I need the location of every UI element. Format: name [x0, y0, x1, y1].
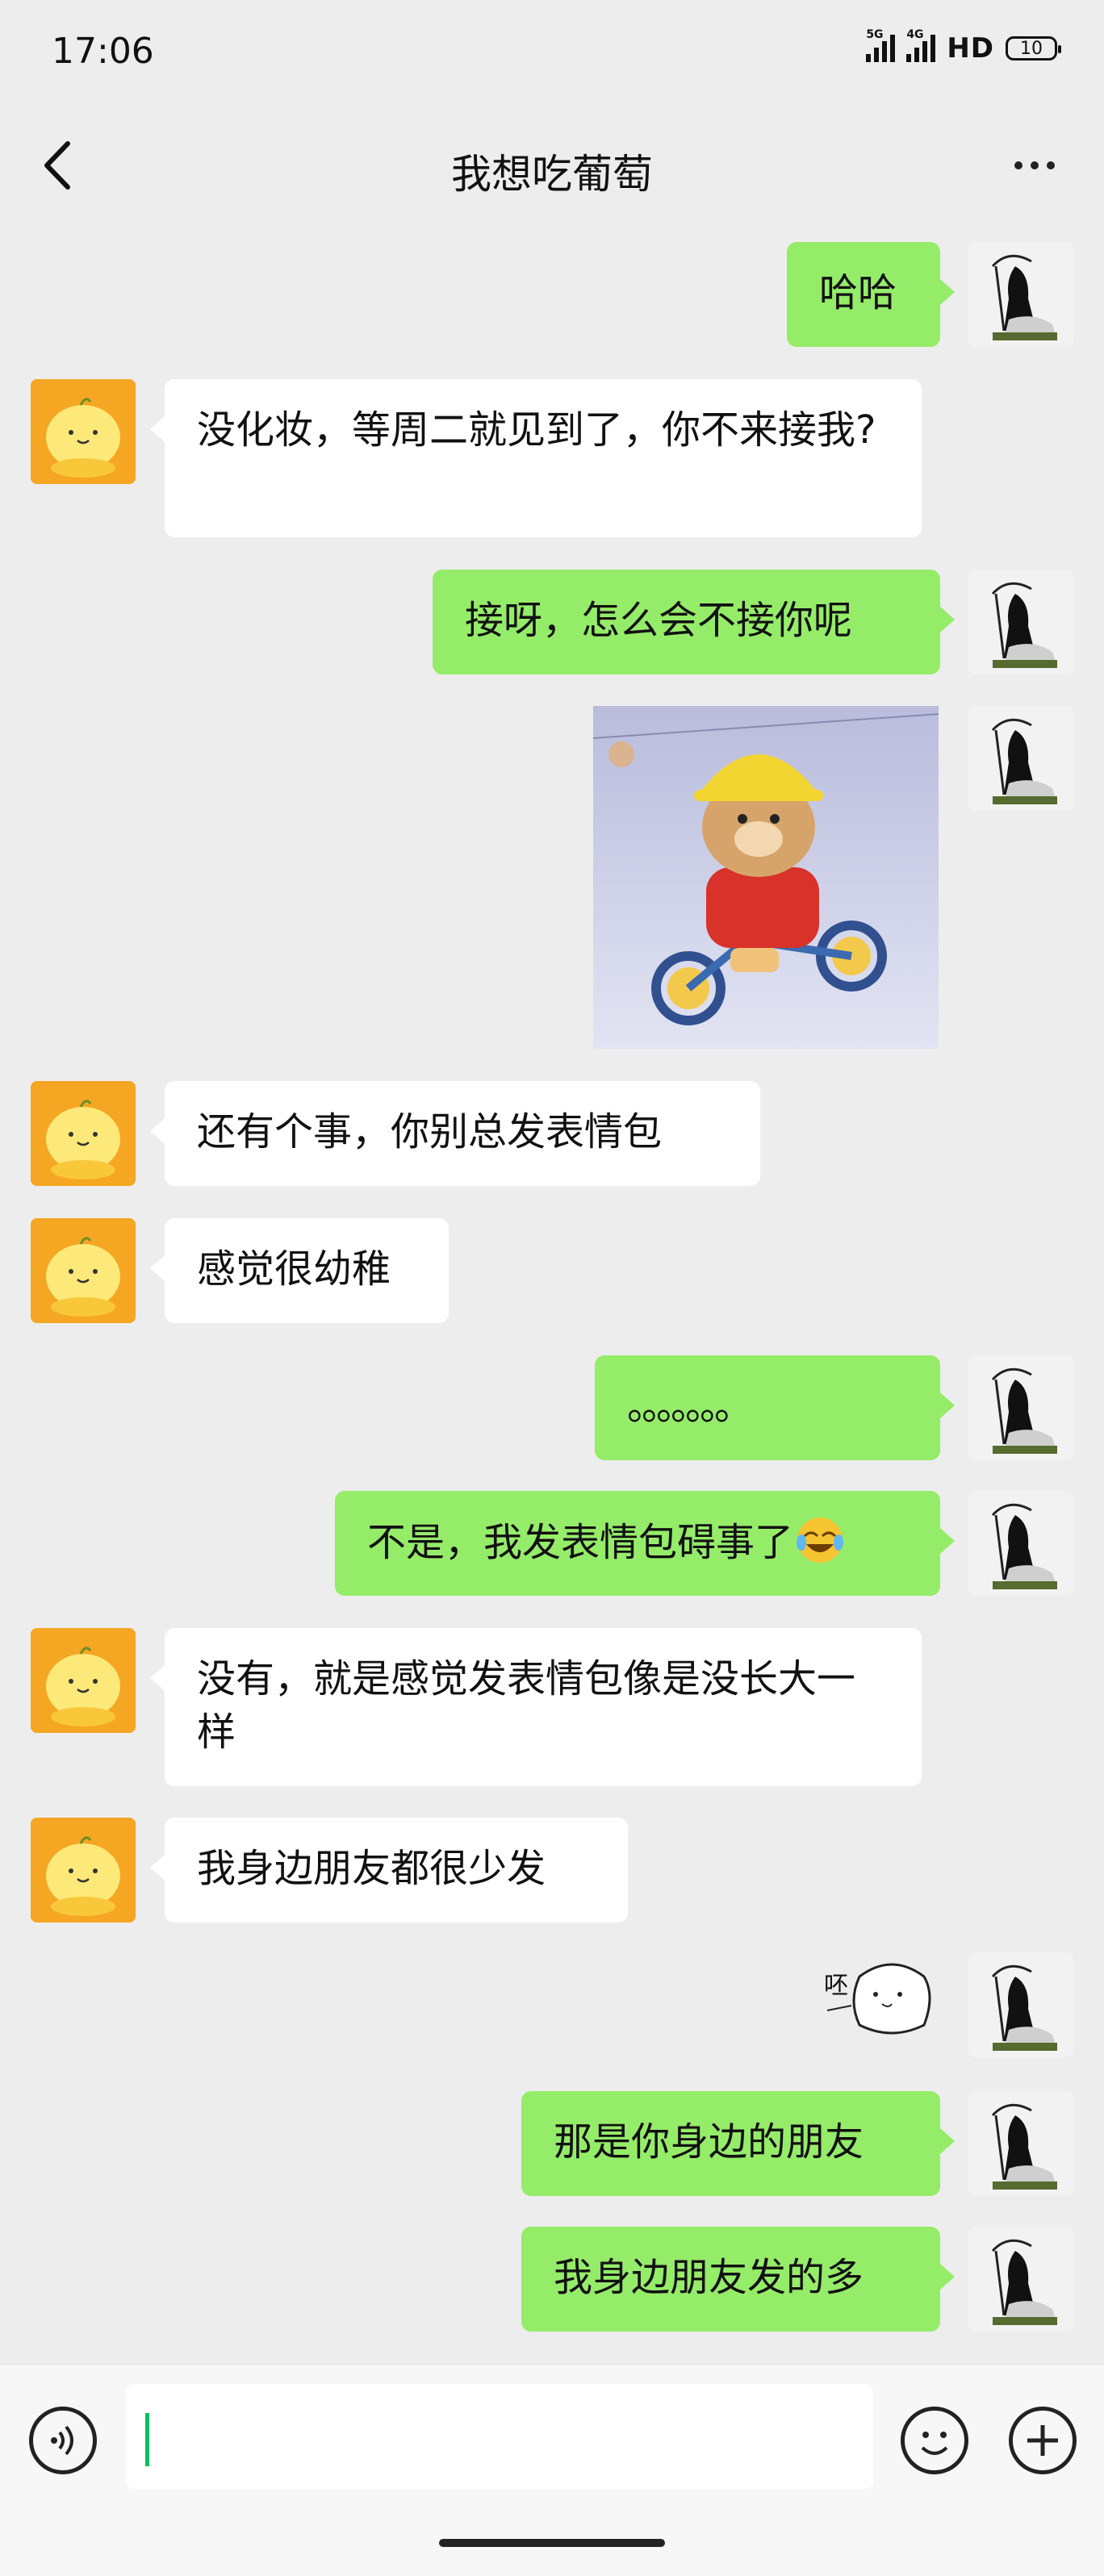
- contact-avatar[interactable]: [31, 1818, 136, 1923]
- my-avatar[interactable]: [968, 2091, 1073, 2196]
- spit-bear-sticker[interactable]: 呸: [819, 1952, 942, 2043]
- message-bubble-outgoing[interactable]: 那是你身边的朋友: [521, 2091, 955, 2196]
- contact-avatar[interactable]: [31, 1218, 136, 1323]
- plus-icon[interactable]: [1009, 2407, 1077, 2474]
- my-avatar[interactable]: [968, 706, 1073, 811]
- contact-avatar[interactable]: [31, 1628, 136, 1733]
- message-bubble-incoming[interactable]: 感觉很幼稚: [150, 1218, 449, 1323]
- battery-icon: 10: [1006, 36, 1061, 61]
- signal-5g-icon: 5G: [866, 28, 896, 62]
- text-cursor: [145, 2413, 149, 2466]
- status-bar: 17:06 5G 4G HD 10: [0, 0, 1104, 105]
- status-icons: 5G 4G HD 10: [866, 28, 1061, 65]
- message-text: 不是，我发表情包碍事了: [367, 1520, 794, 1565]
- message-bubble-outgoing[interactable]: 我身边朋友发的多: [521, 2227, 955, 2332]
- message-bubble-incoming[interactable]: 没化妆，等周二就见到了，你不来接我?: [150, 379, 922, 537]
- message-bubble-outgoing[interactable]: 接呀，怎么会不接你呢: [433, 570, 955, 674]
- my-avatar[interactable]: [968, 1952, 1073, 2057]
- message-bubble-outgoing[interactable]: 不是，我发表情包碍事了: [335, 1491, 955, 1596]
- message-bubble-outgoing[interactable]: 。。。。。。。: [595, 1355, 955, 1460]
- signal-4g-icon: 4G: [906, 28, 936, 62]
- sticker-caption: 呸: [824, 1972, 848, 2000]
- voice-input-icon[interactable]: [29, 2407, 97, 2474]
- home-indicator[interactable]: [439, 2539, 665, 2547]
- contact-avatar[interactable]: [31, 379, 136, 484]
- message-bubble-incoming[interactable]: 我身边朋友都很少发: [150, 1818, 628, 1923]
- message-input[interactable]: [126, 2384, 873, 2489]
- message-bubble-incoming[interactable]: 没有，就是感觉发表情包像是没长大一样: [150, 1628, 922, 1786]
- contact-avatar[interactable]: [31, 1081, 136, 1186]
- my-avatar[interactable]: [968, 570, 1073, 674]
- status-time: 17:06: [52, 31, 154, 72]
- message-bubble-incoming[interactable]: 还有个事，你别总发表情包: [150, 1081, 760, 1186]
- hd-indicator: HD: [947, 32, 994, 65]
- chat-header: 我想吃葡萄: [0, 121, 1104, 210]
- my-avatar[interactable]: [968, 1491, 1073, 1596]
- bear-tricycle-sticker[interactable]: [593, 706, 939, 1049]
- input-bar: [0, 2364, 1104, 2576]
- more-options-icon[interactable]: [1002, 145, 1067, 186]
- my-avatar[interactable]: [968, 2227, 1073, 2332]
- laughing-crying-emoji-icon: [797, 1518, 844, 1563]
- my-avatar[interactable]: [968, 1355, 1073, 1460]
- emoji-icon[interactable]: [901, 2407, 968, 2474]
- my-avatar[interactable]: [968, 242, 1073, 347]
- message-bubble-outgoing[interactable]: 哈哈: [787, 242, 955, 347]
- chat-title: 我想吃葡萄: [451, 151, 653, 198]
